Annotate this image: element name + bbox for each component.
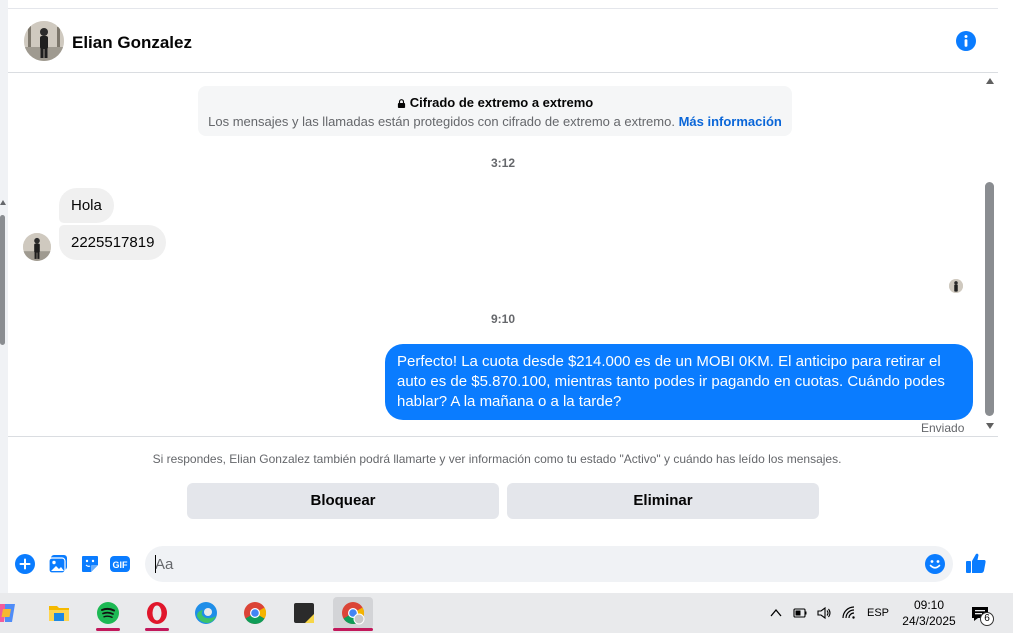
timestamp: 3:12 xyxy=(490,156,516,170)
chrome-profile-icon[interactable] xyxy=(333,597,373,631)
info-icon[interactable] xyxy=(956,31,976,51)
contact-avatar[interactable] xyxy=(24,21,64,61)
scrollbar-thumb[interactable] xyxy=(985,182,994,416)
clock-date: 24/3/2025 xyxy=(902,614,956,628)
chrome-icon[interactable] xyxy=(235,597,275,629)
battery-icon[interactable] xyxy=(792,605,808,621)
screen: Elian Gonzalez Cifrado de extremo a extr… xyxy=(0,0,1013,633)
more-info-link[interactable]: Más información xyxy=(679,114,782,129)
emoji-icon[interactable] xyxy=(925,554,945,574)
chat-window: Elian Gonzalez Cifrado de extremo a extr… xyxy=(8,8,998,593)
thumbs-up-icon[interactable] xyxy=(965,552,987,574)
message-input[interactable] xyxy=(145,546,953,582)
sticky-notes-icon[interactable] xyxy=(284,597,324,629)
scrollbar-thumb[interactable] xyxy=(0,215,5,345)
language-indicator[interactable]: ESP xyxy=(867,607,889,633)
chevron-up-icon[interactable] xyxy=(768,605,784,621)
encryption-notice: Cifrado de extremo a extremo Los mensaje… xyxy=(198,86,792,136)
scroll-up-arrow-icon[interactable] xyxy=(986,78,994,84)
lock-icon xyxy=(397,99,405,108)
delete-button[interactable]: Eliminar xyxy=(507,483,819,519)
volume-icon[interactable] xyxy=(816,605,832,621)
running-indicator xyxy=(96,628,120,631)
outgoing-message[interactable]: Perfecto! La cuota desde $214.000 es de … xyxy=(385,344,973,420)
incoming-message[interactable]: Hola xyxy=(59,188,114,223)
message-scrollbar[interactable] xyxy=(983,74,998,436)
gif-label: GIF xyxy=(113,560,129,570)
chat-header: Elian Gonzalez xyxy=(8,9,998,73)
edge-icon[interactable] xyxy=(186,597,226,629)
message-composer: GIF xyxy=(8,544,998,584)
windows-taskbar: ESP 09:10 24/3/2025 6 xyxy=(0,593,1013,633)
spotify-icon[interactable] xyxy=(88,597,128,631)
contact-name[interactable]: Elian Gonzalez xyxy=(72,33,192,53)
clock-time: 09:10 xyxy=(913,598,945,612)
scroll-up-arrow-icon[interactable] xyxy=(0,200,6,205)
request-notice-text: Si respondes, Elian Gonzalez también pod… xyxy=(152,452,842,466)
sender-avatar xyxy=(23,233,51,261)
wifi-icon[interactable] xyxy=(841,605,857,621)
message-list[interactable]: Cifrado de extremo a extremo Los mensaje… xyxy=(8,74,998,436)
encryption-title: Cifrado de extremo a extremo xyxy=(409,95,594,110)
opera-icon[interactable] xyxy=(137,597,177,631)
seen-avatar xyxy=(949,279,963,293)
timestamp: 9:10 xyxy=(490,312,516,326)
sticker-icon[interactable] xyxy=(80,554,100,574)
notification-count-badge: 6 xyxy=(980,612,994,626)
block-button[interactable]: Bloquear xyxy=(187,483,499,519)
running-indicator xyxy=(333,628,373,631)
file-explorer-icon[interactable] xyxy=(39,597,79,629)
left-scrollbar[interactable] xyxy=(0,0,8,593)
scroll-down-arrow-icon[interactable] xyxy=(986,423,994,429)
gif-icon[interactable]: GIF xyxy=(110,554,130,574)
message-request-panel: Si respondes, Elian Gonzalez también pod… xyxy=(8,436,998,534)
incoming-message[interactable]: 2225517819 xyxy=(59,225,167,260)
plus-circle-icon[interactable] xyxy=(15,554,35,574)
system-clock[interactable]: 09:10 24/3/2025 xyxy=(902,597,956,629)
encryption-description: Los mensajes y las llamadas están proteg… xyxy=(208,114,675,129)
text-caret xyxy=(155,555,156,573)
photo-icon[interactable] xyxy=(48,554,68,574)
message-status: Enviado xyxy=(921,421,965,435)
running-indicator xyxy=(145,628,169,631)
copilot-icon[interactable] xyxy=(0,597,26,629)
